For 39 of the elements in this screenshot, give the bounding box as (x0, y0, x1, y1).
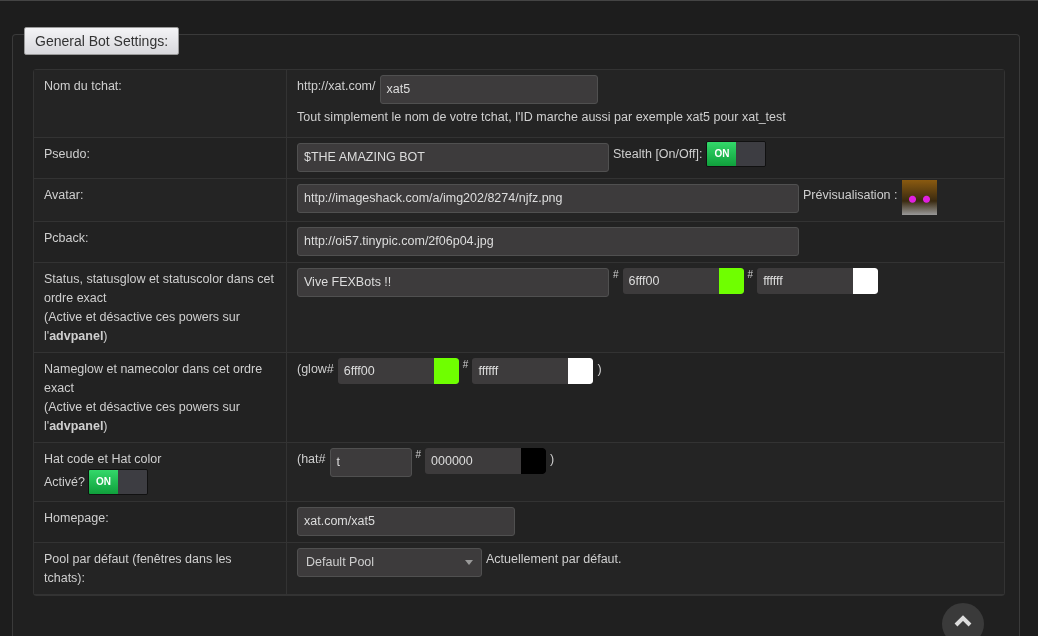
hash-sign: # (415, 448, 422, 462)
field-text: Prévisualisation : (803, 187, 898, 204)
field-text: ) (597, 361, 602, 378)
setting-label: Pseudo: (44, 146, 91, 163)
color-input[interactable]: ffffff (472, 358, 594, 384)
section-legend: General Bot Settings: (24, 27, 180, 55)
setting-label: Activé? (44, 473, 85, 491)
text-input[interactable]: $THE AMAZING BOT (297, 143, 609, 172)
hash-sign: # (747, 268, 754, 282)
setting-label: Hat code et Hat color (44, 451, 163, 468)
color-input[interactable]: ffffff (757, 268, 879, 294)
color-input[interactable]: 6fff00 (337, 358, 459, 384)
text-input[interactable]: xat.com/xat5 (297, 507, 515, 536)
pool-dropdown[interactable]: Default Pool (297, 548, 482, 577)
text-input[interactable]: http://imageshack.com/a/img202/8274/njfz.png (297, 184, 799, 213)
text-input[interactable]: xat5 (379, 75, 598, 104)
field-text: Stealth [On/Off]: (613, 146, 703, 163)
setting-label: Pool par défaut (fenêtres dans les tchats): (44, 551, 233, 587)
field-text: Tout simplement le nom de votre tchat, l'ID marche aussi par exemple xat5 pour xat_test (297, 109, 786, 126)
field-text: (hat# (297, 451, 326, 468)
field-text: http://xat.com/ (297, 78, 376, 95)
setting-label: Pcback: (44, 230, 90, 247)
setting-label: Homepage: (44, 510, 110, 527)
color-input[interactable]: 000000 (425, 448, 547, 474)
hash-sign: # (462, 358, 469, 372)
hash-sign: # (613, 268, 619, 282)
setting-label: (Active et désactive ces powers sur l'advpanel) (44, 399, 241, 435)
setting-label: Avatar: (44, 187, 85, 204)
text-input[interactable]: http://oi57.tinypic.com/2f06p04.jpg (297, 227, 799, 256)
setting-label: Nameglow et namecolor dans cet ordre exact (44, 361, 264, 397)
text-input[interactable]: Vive FEXBots !! (297, 268, 609, 297)
color-input[interactable]: 6fff00 (622, 268, 744, 294)
setting-label: (Active et désactive ces powers sur l'advpanel) (44, 309, 241, 345)
setting-label: Nom du tchat: (44, 78, 123, 95)
text-input[interactable]: t (329, 448, 412, 477)
setting-label: Status, statusglow et statuscolor dans cet ordre exact (44, 271, 275, 307)
field-text: ) (550, 451, 555, 468)
field-text: (glow# (297, 361, 334, 378)
field-text: Actuellement par défaut. (486, 551, 622, 568)
